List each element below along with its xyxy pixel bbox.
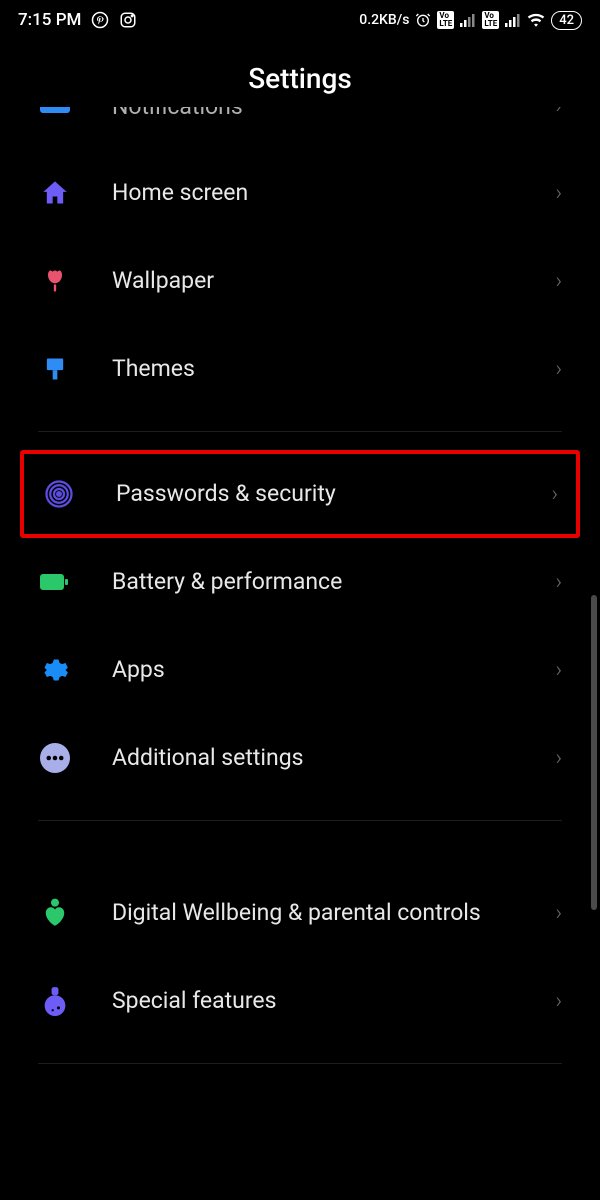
tulip-icon: [38, 264, 72, 298]
wifi-icon: [527, 13, 545, 27]
chevron-right-icon: ›: [555, 658, 562, 683]
fingerprint-icon: [42, 477, 76, 511]
battery-indicator: 42: [551, 11, 582, 30]
settings-item-special-features[interactable]: Special features ›: [20, 957, 580, 1045]
status-bar: 7:15 PM 0.2KB/s VoLTE VoLTE 42: [0, 0, 600, 40]
settings-item-additional-settings[interactable]: Additional settings ›: [20, 714, 580, 802]
settings-item-wallpaper[interactable]: Wallpaper ›: [20, 237, 580, 325]
pinterest-icon: [91, 11, 109, 29]
chevron-right-icon: ›: [555, 746, 562, 771]
settings-item-battery-performance[interactable]: Battery & performance ›: [20, 538, 580, 626]
chevron-right-icon: ›: [555, 107, 562, 119]
item-label: Themes: [112, 354, 555, 384]
chevron-right-icon: ›: [551, 482, 558, 507]
settings-item-themes[interactable]: Themes ›: [20, 325, 580, 413]
home-icon: [38, 176, 72, 210]
item-label: Passwords & security: [116, 479, 551, 509]
chevron-right-icon: ›: [555, 570, 562, 595]
settings-item-digital-wellbeing[interactable]: Digital Wellbeing & parental controls ›: [20, 869, 580, 957]
chevron-right-icon: ›: [555, 357, 562, 382]
brush-icon: [38, 352, 72, 386]
heart-person-icon: [38, 896, 72, 930]
item-label: Apps: [112, 655, 555, 685]
settings-item-apps[interactable]: Apps ›: [20, 626, 580, 714]
notification-icon: [38, 107, 72, 124]
item-label: Digital Wellbeing & parental controls: [112, 898, 555, 928]
settings-list[interactable]: Notifications › Home screen › Wallpaper …: [0, 107, 600, 1064]
battery-icon: [38, 565, 72, 599]
flask-icon: [38, 984, 72, 1018]
status-left: 7:15 PM: [18, 10, 137, 30]
settings-item-notifications-partial[interactable]: Notifications ›: [20, 107, 580, 149]
item-label: Battery & performance: [112, 567, 555, 597]
alarm-icon: [415, 12, 431, 28]
volte-badge-1: VoLTE: [437, 11, 454, 29]
signal-icon-2: [505, 13, 521, 27]
settings-item-passwords-security[interactable]: Passwords & security ›: [20, 450, 580, 538]
item-label: Additional settings: [112, 743, 555, 773]
page-title: Settings: [0, 62, 600, 95]
signal-icon-1: [460, 13, 476, 27]
scrollbar[interactable]: [591, 595, 597, 910]
settings-item-home-screen[interactable]: Home screen ›: [20, 149, 580, 237]
item-label: Home screen: [112, 178, 555, 208]
item-label: Wallpaper: [112, 266, 555, 296]
chevron-right-icon: ›: [555, 989, 562, 1014]
gear-icon: [38, 653, 72, 687]
chevron-right-icon: ›: [555, 901, 562, 926]
divider: [38, 1063, 562, 1064]
page-header: Settings: [0, 40, 600, 107]
chevron-right-icon: ›: [555, 269, 562, 294]
data-rate: 0.2KB/s: [359, 12, 409, 28]
status-time: 7:15 PM: [18, 10, 81, 30]
status-right: 0.2KB/s VoLTE VoLTE 42: [359, 11, 582, 30]
dots-icon: [38, 741, 72, 775]
divider: [38, 820, 562, 821]
chevron-right-icon: ›: [555, 181, 562, 206]
item-label: Special features: [112, 986, 555, 1016]
instagram-icon: [119, 11, 137, 29]
volte-badge-2: VoLTE: [482, 11, 499, 29]
divider: [38, 431, 562, 432]
